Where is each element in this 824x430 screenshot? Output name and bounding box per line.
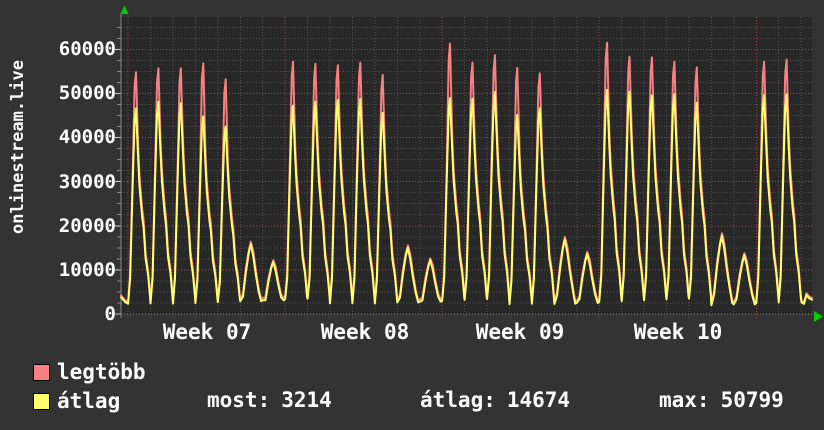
legend-row-atlag: átlag — [33, 389, 121, 413]
y-tick-label-50000: 50000 — [58, 82, 116, 104]
stat-atlag: átlag: 14674 — [420, 388, 571, 412]
y-tick-label-30000: 30000 — [58, 171, 116, 193]
stat-most-value: 3214 — [281, 388, 332, 412]
stat-atlag-value: 14674 — [506, 388, 571, 412]
legend-label-atlag: átlag — [57, 389, 121, 413]
stat-max: max: 50799 — [659, 388, 784, 412]
stat-max-value: 50799 — [720, 388, 784, 412]
stat-max-label: max: — [659, 388, 710, 412]
x-week-label-08: Week 08 — [320, 320, 410, 344]
legend-row-legtobb: legtöbb — [33, 360, 146, 384]
y-tick-label-40000: 40000 — [58, 126, 116, 148]
y-tick-label-60000: 60000 — [58, 38, 116, 60]
stat-atlag-label: átlag: — [420, 388, 496, 412]
y-tick-label-10000: 10000 — [58, 259, 116, 281]
legend-label-legtobb: legtöbb — [57, 360, 146, 384]
y-tick-label-0: 0 — [104, 303, 116, 325]
x-week-label-09: Week 09 — [475, 320, 565, 344]
rrd-graph-page: onlinestream.live 60000 50000 40000 3000… — [0, 0, 824, 430]
legend-swatch-legtobb — [33, 363, 50, 381]
stat-most: most: 3214 — [207, 388, 332, 412]
y-tick-label-20000: 20000 — [58, 215, 116, 237]
x-week-label-07: Week 07 — [162, 320, 252, 344]
legend-swatch-atlag — [33, 392, 50, 410]
stat-most-label: most: — [207, 388, 271, 412]
x-week-label-10: Week 10 — [633, 320, 723, 344]
